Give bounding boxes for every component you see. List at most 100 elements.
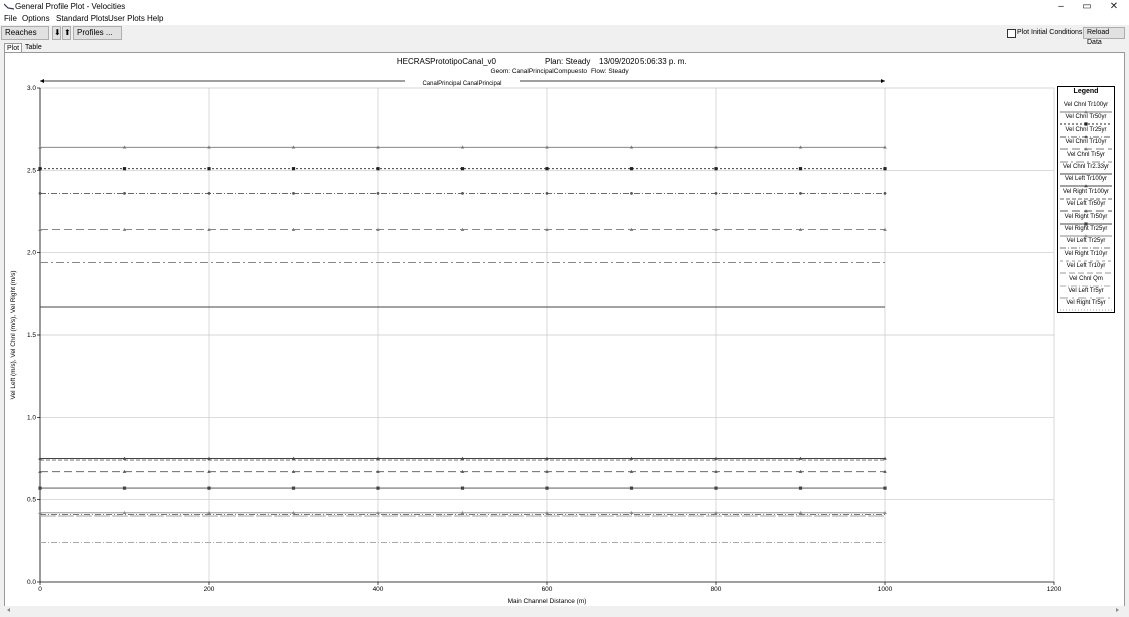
legend-swatch: [1060, 272, 1112, 274]
data-point: [714, 191, 718, 195]
data-point: [799, 191, 802, 195]
data-point: [629, 486, 634, 490]
legend-swatch: [1060, 135, 1112, 139]
reach-label: CanalPrincipal CanalPrincipal: [422, 81, 501, 87]
legend-swatch: [1060, 285, 1112, 287]
data-point: [545, 167, 549, 171]
data-point: [630, 191, 633, 195]
data-point: [1084, 221, 1088, 226]
legend-entry: Vel Chnl Tr10yr: [1065, 139, 1107, 146]
data-point: [291, 486, 296, 490]
data-point: [376, 191, 380, 195]
legend-entry: Vel Right Tr25yr: [1064, 226, 1108, 232]
legend-entry: Vel Left Tr100yr: [1064, 176, 1108, 183]
plan-label: Plan: Steady: [545, 57, 590, 66]
geom-label: Geom: CanalPrincipalCompuesto: [491, 68, 588, 75]
legend-swatch: [1060, 198, 1112, 200]
x-tick-label: 400: [373, 586, 384, 593]
legend-entry: Vel Left Tr10yr: [1066, 263, 1106, 270]
legend-entry: Vel Right Tr5yr: [1066, 300, 1106, 307]
data-point: [461, 191, 464, 195]
data-point: [123, 191, 126, 195]
data-point: [883, 486, 887, 490]
data-point: [207, 191, 211, 195]
data-point: [122, 486, 127, 490]
reach-end-arrow: [881, 79, 885, 83]
y-tick-label: 0.0: [27, 579, 36, 586]
legend-swatch: [1060, 309, 1112, 311]
legend-swatch: [1060, 184, 1112, 188]
y-tick-label: 1.0: [27, 414, 36, 421]
legend-swatch: [1060, 297, 1112, 299]
data-point: [376, 486, 380, 490]
legend-entry: Vel Left Tr25yr: [1066, 238, 1106, 245]
y-tick-label: 0.5: [27, 497, 36, 504]
data-point: [292, 191, 295, 195]
legend-swatch: [1060, 173, 1112, 175]
legend-title: Legend: [1073, 88, 1099, 95]
data-point: [629, 167, 634, 171]
x-tick-label: 1000: [878, 586, 893, 593]
flow-label: Flow: Steady: [591, 68, 629, 75]
data-point: [1084, 135, 1088, 139]
legend-entry: Vel Chnl Tr2.33yr: [1062, 164, 1110, 170]
y-tick-label: 3.0: [27, 85, 36, 92]
legend-swatch: [1060, 209, 1112, 213]
legend-entry: Vel Right Tr10yr: [1064, 250, 1108, 257]
legend-entry: Vel Chnl Tr50yr: [1065, 114, 1107, 121]
data-point: [545, 486, 549, 490]
data-point: [207, 486, 211, 490]
legend-swatch: [1060, 234, 1112, 238]
data-point: [207, 167, 211, 171]
project-name: HECRASPrototipoCanal_v0: [397, 57, 497, 66]
plot-date: 13/09/2020: [599, 57, 640, 66]
data-point: [714, 167, 718, 171]
x-tick-label: 800: [711, 586, 722, 593]
data-point: [38, 486, 42, 490]
legend-entry: Vel Right Tr100yr: [1062, 188, 1110, 195]
legend-entry: Vel Chnl Tr100yr: [1063, 102, 1109, 108]
data-point: [38, 191, 42, 195]
data-point: [460, 167, 465, 171]
legend-swatch: [1060, 161, 1112, 163]
y-tick-label: 2.5: [27, 167, 36, 174]
y-tick-label: 2.0: [27, 250, 36, 257]
x-tick-label: 0: [38, 586, 42, 593]
plot-time: 5:06:33 p. m.: [640, 57, 687, 66]
velocity-chart: HECRASPrototipoCanal_v0 Plan: Steady 13/…: [10, 57, 1062, 605]
legend-swatch: [1060, 147, 1112, 151]
legend-swatch: [1060, 247, 1112, 249]
data-point: [545, 191, 549, 195]
scroll-right-icon[interactable]: [1116, 608, 1119, 612]
data-point: [1084, 122, 1088, 126]
data-point: [883, 167, 887, 171]
data-point: [798, 486, 803, 490]
data-point: [291, 167, 296, 171]
legend-entry: Vel Right Tr50yr: [1064, 213, 1108, 220]
x-tick-label: 200: [204, 586, 215, 593]
data-point: [122, 167, 127, 171]
legend-swatch: [1060, 110, 1112, 114]
data-point: [376, 167, 380, 171]
scroll-left-icon[interactable]: [7, 608, 10, 612]
legend-swatch: [1060, 122, 1112, 126]
legend-entry: Vel Left Tr5yr: [1068, 288, 1104, 294]
reach-start-arrow: [40, 79, 44, 83]
horizontal-scrollbar[interactable]: [4, 606, 1125, 614]
y-axis-label: Vel Left (m/s), Vel Chnl (m/s), Vel Righ…: [10, 271, 17, 400]
legend-entry: Vel Chnl Tr25yr: [1065, 126, 1107, 133]
data-point: [883, 191, 887, 195]
legend-entry: Vel Chnl Tr5yr: [1067, 151, 1105, 158]
x-tick-label: 600: [542, 586, 553, 593]
x-axis-label: Main Channel Distance (m): [508, 598, 587, 605]
y-tick-label: 1.5: [27, 332, 36, 339]
legend: Legend Vel Chnl Tr100yr Vel Chnl Tr50yr Ve…: [1057, 86, 1115, 313]
data-point: [460, 486, 465, 490]
x-tick-label: 1200: [1047, 586, 1062, 593]
legend-swatch: [1060, 221, 1112, 226]
legend-entry: Vel Chnl Qm: [1069, 275, 1103, 282]
data-point: [38, 167, 42, 171]
legend-swatch: [1060, 260, 1112, 262]
data-point: [714, 486, 718, 490]
data-point: [798, 167, 803, 171]
